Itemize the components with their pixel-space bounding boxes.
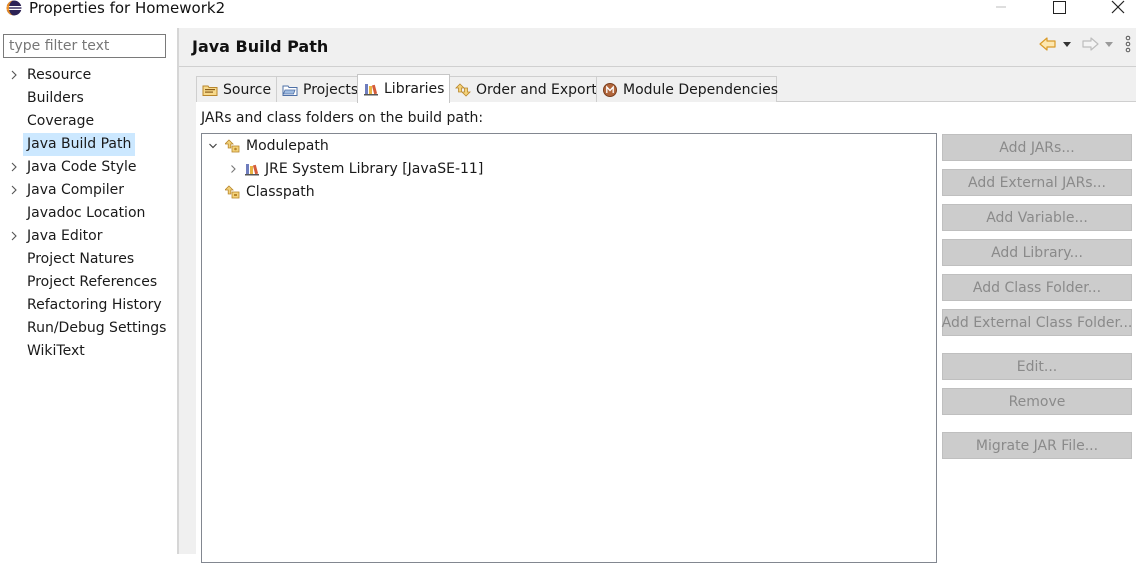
chevron-right-icon[interactable]: [9, 185, 19, 195]
tab-order-and-export[interactable]: Order and Export: [449, 76, 597, 102]
tree-item-modulepath[interactable]: Modulepath: [202, 136, 936, 156]
nav-item-label: Resource: [27, 67, 92, 83]
modulepath-icon: [225, 139, 240, 153]
tree-item-jre-system-library[interactable]: JRE System Library [JavaSE-11]: [202, 159, 936, 179]
chevron-right-icon[interactable]: [9, 231, 19, 241]
tree-item-label: Modulepath: [246, 138, 329, 154]
migrate-jar-file-button[interactable]: Migrate JAR File...: [942, 432, 1132, 459]
edit-button[interactable]: Edit...: [942, 353, 1132, 380]
build-path-section-label: JARs and class folders on the build path…: [201, 110, 484, 126]
nav-item-coverage[interactable]: Coverage: [0, 110, 177, 133]
chevron-right-icon[interactable]: [9, 162, 19, 172]
tab-source[interactable]: Source: [196, 76, 277, 102]
tree-item-classpath[interactable]: Classpath: [202, 182, 936, 202]
chevron-down-icon[interactable]: [1103, 36, 1115, 52]
window-title: Properties for Homework2: [29, 0, 226, 17]
classpath-icon: [225, 185, 240, 199]
tab-label: Order and Export: [476, 81, 597, 98]
tab-module-dependencies[interactable]: Module Dependencies: [596, 76, 778, 102]
nav-item-label: Project References: [27, 274, 158, 290]
nav-item-label: Javadoc Location: [27, 205, 146, 221]
nav-item-java-build-path[interactable]: Java Build Path: [0, 133, 177, 156]
nav-item-project-natures[interactable]: Project Natures: [0, 248, 177, 271]
chevron-down-icon[interactable]: [208, 141, 218, 151]
page-title: Java Build Path: [192, 37, 329, 56]
nav-item-java-code-style[interactable]: Java Code Style: [0, 156, 177, 179]
nav-item-run-debug-settings[interactable]: Run/Debug Settings: [0, 317, 177, 340]
add-class-folder-button[interactable]: Add Class Folder...: [942, 274, 1132, 301]
source-folder-icon: [202, 85, 218, 96]
nav-item-project-references[interactable]: Project References: [0, 271, 177, 294]
preferences-nav-pane: Resource Builders Coverage Java Build Path J…: [0, 28, 177, 554]
add-external-class-folder-button[interactable]: Add External Class Folder...: [942, 309, 1132, 336]
library-icon: [245, 164, 259, 176]
nav-item-label: Java Code Style: [27, 159, 137, 175]
back-arrow-icon[interactable]: [1039, 36, 1057, 52]
remove-button[interactable]: Remove: [942, 388, 1132, 415]
minimize-icon[interactable]: [986, 0, 1016, 16]
nav-item-label: Project Natures: [27, 251, 135, 267]
forward-arrow-icon[interactable]: [1081, 36, 1099, 52]
tree-item-label: Classpath: [246, 184, 315, 200]
tab-libraries[interactable]: Libraries: [357, 74, 450, 103]
nav-item-wikitext[interactable]: WikiText: [0, 340, 177, 363]
nav-item-java-editor[interactable]: Java Editor: [0, 225, 177, 248]
libraries-icon: [364, 84, 378, 96]
add-variable-button[interactable]: Add Variable...: [942, 204, 1132, 231]
add-library-button[interactable]: Add Library...: [942, 239, 1132, 266]
build-path-tree[interactable]: Modulepath JRE System Library [JavaSE-11…: [201, 133, 937, 563]
nav-item-label: Coverage: [27, 113, 95, 129]
tree-item-label: JRE System Library [JavaSE-11]: [265, 161, 484, 177]
order-export-icon: [455, 82, 471, 97]
more-options-icon[interactable]: [1123, 34, 1133, 54]
nav-item-resource[interactable]: Resource: [0, 64, 177, 87]
nav-item-label: Builders: [27, 90, 84, 106]
add-jars-button[interactable]: Add JARs...: [942, 134, 1132, 161]
nav-item-java-compiler[interactable]: Java Compiler: [0, 179, 177, 202]
nav-item-label: WikiText: [27, 343, 85, 359]
maximize-icon[interactable]: [1044, 0, 1074, 16]
nav-item-label: Run/Debug Settings: [27, 320, 167, 336]
nav-item-builders[interactable]: Builders: [0, 87, 177, 110]
property-page: Java Build Path Source Projects Librarie…: [179, 28, 1136, 563]
nav-item-label: Java Compiler: [27, 182, 125, 198]
tab-label: Libraries: [384, 81, 445, 97]
tab-label: Projects: [303, 81, 359, 98]
chevron-right-icon[interactable]: [9, 70, 19, 80]
projects-icon: [282, 85, 298, 96]
add-external-jars-button[interactable]: Add External JARs...: [942, 169, 1132, 196]
window-title-bar[interactable]: Properties for Homework2: [0, 0, 1136, 20]
header-divider: [179, 66, 1136, 67]
tab-label: Source: [223, 81, 272, 98]
nav-item-label: Java Build Path: [23, 133, 136, 156]
nav-item-javadoc-location[interactable]: Javadoc Location: [0, 202, 177, 225]
tab-projects[interactable]: Projects: [276, 76, 358, 102]
nav-item-refactoring-history[interactable]: Refactoring History: [0, 294, 177, 317]
eclipse-icon: [6, 0, 22, 16]
chevron-down-icon[interactable]: [1061, 36, 1073, 52]
chevron-right-icon[interactable]: [228, 164, 238, 174]
nav-item-label: Java Editor: [27, 228, 103, 244]
nav-item-label: Refactoring History: [27, 297, 162, 313]
close-icon[interactable]: [1102, 0, 1132, 16]
filter-input[interactable]: [3, 34, 166, 58]
module-dependencies-icon: [603, 82, 617, 97]
tab-label: Module Dependencies: [623, 81, 778, 98]
preferences-nav-tree: Resource Builders Coverage Java Build Path J…: [0, 64, 177, 363]
